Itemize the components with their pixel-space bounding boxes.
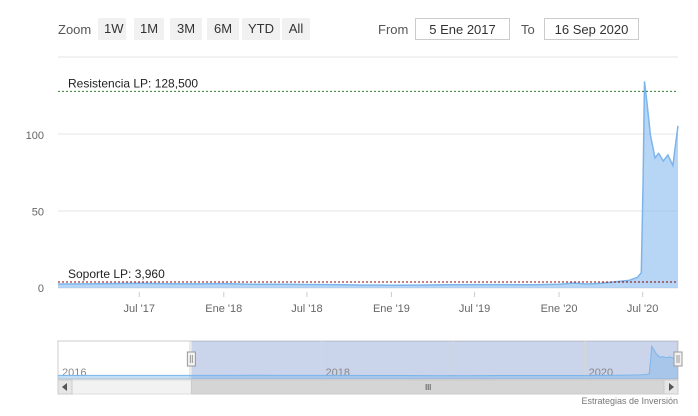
x-tick-label: Jul '18 bbox=[291, 303, 322, 315]
y-tick-label: 0 bbox=[38, 283, 44, 295]
x-tick-label: Jul '20 bbox=[627, 303, 658, 315]
x-tick-label: Ene '19 bbox=[373, 303, 410, 315]
x-tick-label: Jul '17 bbox=[124, 303, 155, 315]
y-tick-label: 100 bbox=[26, 130, 44, 142]
series-line bbox=[57, 81, 679, 286]
credits-text: Estrategias de Inversión bbox=[581, 396, 678, 406]
x-tick-label: Ene '20 bbox=[541, 303, 578, 315]
resistance-line-label: Resistencia LP: 128,500 bbox=[68, 76, 198, 90]
x-tick-label: Ene '18 bbox=[205, 303, 242, 315]
price-chart: 0 50 100 Jul '17 Ene '18 Jul '18 Ene '19 Jul '1… bbox=[26, 56, 683, 395]
support-line-label: Soporte LP: 3,960 bbox=[68, 267, 165, 281]
y-tick-label: 50 bbox=[32, 207, 44, 219]
navigator-right-handle[interactable] bbox=[673, 351, 683, 367]
navigator-left-handle[interactable] bbox=[186, 351, 196, 367]
series-area bbox=[58, 81, 678, 289]
x-tick-label: Jul '19 bbox=[459, 303, 490, 315]
